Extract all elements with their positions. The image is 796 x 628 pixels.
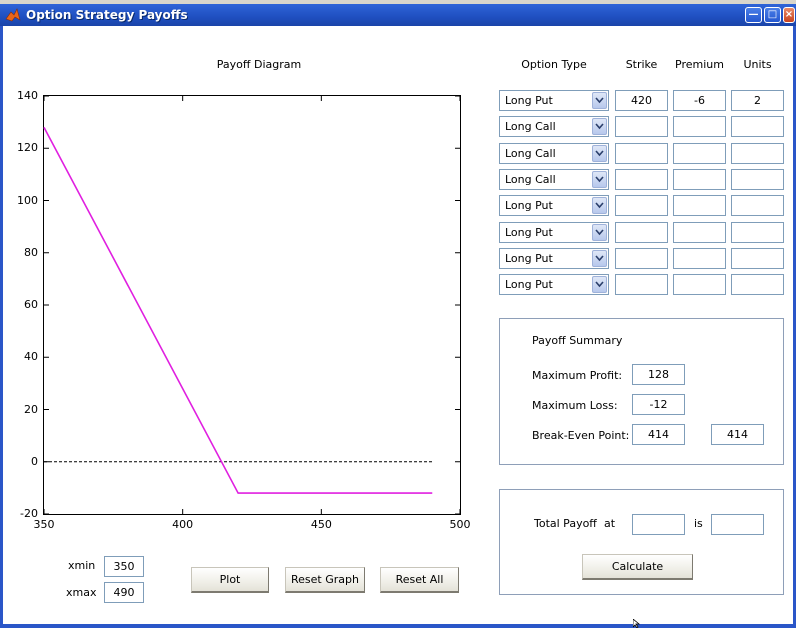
y-tick-label: 120: [17, 141, 38, 155]
premium-field[interactable]: [673, 222, 726, 243]
option-type-value: Long Put: [505, 226, 553, 239]
total-at-field[interactable]: [632, 514, 685, 535]
close-icon[interactable]: ×: [783, 7, 795, 23]
title-bar[interactable]: Option Strategy Payoffs — □ ×: [0, 4, 796, 26]
summary-title: Payoff Summary: [532, 334, 623, 347]
y-tick-label: 60: [24, 298, 38, 311]
option-type-select[interactable]: Long Put: [499, 90, 609, 111]
xmax-field[interactable]: 490: [104, 582, 144, 603]
strike-field[interactable]: [615, 222, 668, 243]
y-tick-label: 100: [17, 193, 38, 207]
chevron-down-icon[interactable]: [592, 171, 607, 188]
x-tick-label: 500: [449, 518, 471, 531]
units-field[interactable]: [731, 195, 784, 216]
cursor-icon: [633, 619, 641, 628]
breakeven-field-2[interactable]: 414: [711, 424, 764, 445]
units-field[interactable]: [731, 169, 784, 190]
option-type-value: Long Call: [505, 173, 556, 186]
strike-field[interactable]: [615, 248, 668, 269]
plot-canvas: [43, 95, 461, 515]
reset-graph-button[interactable]: Reset Graph: [285, 567, 365, 593]
breakeven-label: Break-Even Point:: [532, 429, 630, 442]
total-at-label: at: [604, 517, 616, 530]
total-is-field[interactable]: [711, 514, 764, 535]
option-type-value: Long Put: [505, 252, 553, 265]
option-type-select[interactable]: Long Call: [499, 169, 609, 190]
max-profit-label: Maximum Profit:: [532, 369, 623, 382]
payoff-line: [43, 126, 433, 494]
plot-axes[interactable]: [43, 95, 461, 515]
strike-field[interactable]: [615, 169, 668, 190]
strike-field[interactable]: [615, 143, 668, 164]
option-type-select[interactable]: Long Put: [499, 248, 609, 269]
y-tick-label: 140: [17, 89, 38, 102]
chevron-down-icon[interactable]: [592, 145, 607, 162]
premium-field[interactable]: [673, 169, 726, 190]
chevron-down-icon[interactable]: [592, 118, 607, 135]
units-field[interactable]: [731, 274, 784, 295]
chevron-down-icon[interactable]: [592, 224, 607, 241]
maximize-icon[interactable]: □: [764, 7, 781, 23]
x-tick-label: 350: [33, 518, 55, 531]
calculate-button[interactable]: Calculate: [582, 554, 693, 580]
strike-field[interactable]: [615, 274, 668, 295]
reset-all-button[interactable]: Reset All: [380, 567, 459, 593]
option-type-select[interactable]: Long Put: [499, 274, 609, 295]
premium-field[interactable]: [673, 248, 726, 269]
premium-field[interactable]: -6: [673, 90, 726, 111]
header-strike: Strike: [625, 58, 658, 71]
xmin-label: xmin: [68, 559, 96, 572]
units-field[interactable]: 2: [731, 90, 784, 111]
strike-field[interactable]: [615, 116, 668, 137]
chevron-down-icon[interactable]: [592, 92, 607, 109]
premium-field[interactable]: [673, 116, 726, 137]
premium-field[interactable]: [673, 195, 726, 216]
plot-title: Payoff Diagram: [216, 58, 302, 71]
max-loss-field[interactable]: -12: [632, 394, 685, 415]
option-type-select[interactable]: Long Call: [499, 143, 609, 164]
y-tick-label: 0: [31, 454, 38, 468]
premium-field[interactable]: [673, 274, 726, 295]
max-profit-field[interactable]: 128: [632, 364, 685, 385]
option-type-value: Long Call: [505, 120, 556, 133]
x-tick-label: 450: [310, 518, 332, 531]
total-is-label: is: [694, 517, 703, 530]
units-field[interactable]: [731, 248, 784, 269]
premium-field[interactable]: [673, 143, 726, 164]
units-field[interactable]: [731, 143, 784, 164]
minimize-icon[interactable]: —: [745, 7, 762, 23]
option-type-value: Long Put: [505, 278, 553, 291]
units-field[interactable]: [731, 116, 784, 137]
plot-button[interactable]: Plot: [191, 567, 269, 593]
chevron-down-icon[interactable]: [592, 197, 607, 214]
y-tick-label: 20: [24, 402, 38, 416]
window-title: Option Strategy Payoffs: [26, 8, 188, 22]
option-type-value: Long Call: [505, 147, 556, 160]
window-frame-left: [0, 26, 3, 628]
x-tick-label: 400: [172, 518, 194, 531]
y-tick-label: 80: [24, 245, 38, 259]
chevron-down-icon[interactable]: [592, 250, 607, 267]
header-option-type: Option Type: [521, 58, 587, 71]
option-type-select[interactable]: Long Call: [499, 116, 609, 137]
matlab-icon: [5, 8, 21, 22]
strike-field[interactable]: 420: [615, 90, 668, 111]
xmax-label: xmax: [66, 586, 97, 599]
option-type-value: Long Put: [505, 199, 553, 212]
option-type-value: Long Put: [505, 94, 553, 107]
max-loss-label: Maximum Loss:: [532, 399, 618, 412]
header-premium: Premium: [675, 58, 724, 71]
option-type-select[interactable]: Long Put: [499, 195, 609, 216]
chevron-down-icon[interactable]: [592, 276, 607, 293]
window-frame-bottom: [0, 624, 796, 628]
xmin-field[interactable]: 350: [104, 556, 144, 577]
strike-field[interactable]: [615, 195, 668, 216]
header-units: Units: [743, 58, 772, 71]
y-tick-label: 40: [24, 350, 38, 364]
option-type-select[interactable]: Long Put: [499, 222, 609, 243]
units-field[interactable]: [731, 222, 784, 243]
breakeven-field-1[interactable]: 414: [632, 424, 685, 445]
total-payoff-label: Total Payoff: [534, 517, 597, 530]
